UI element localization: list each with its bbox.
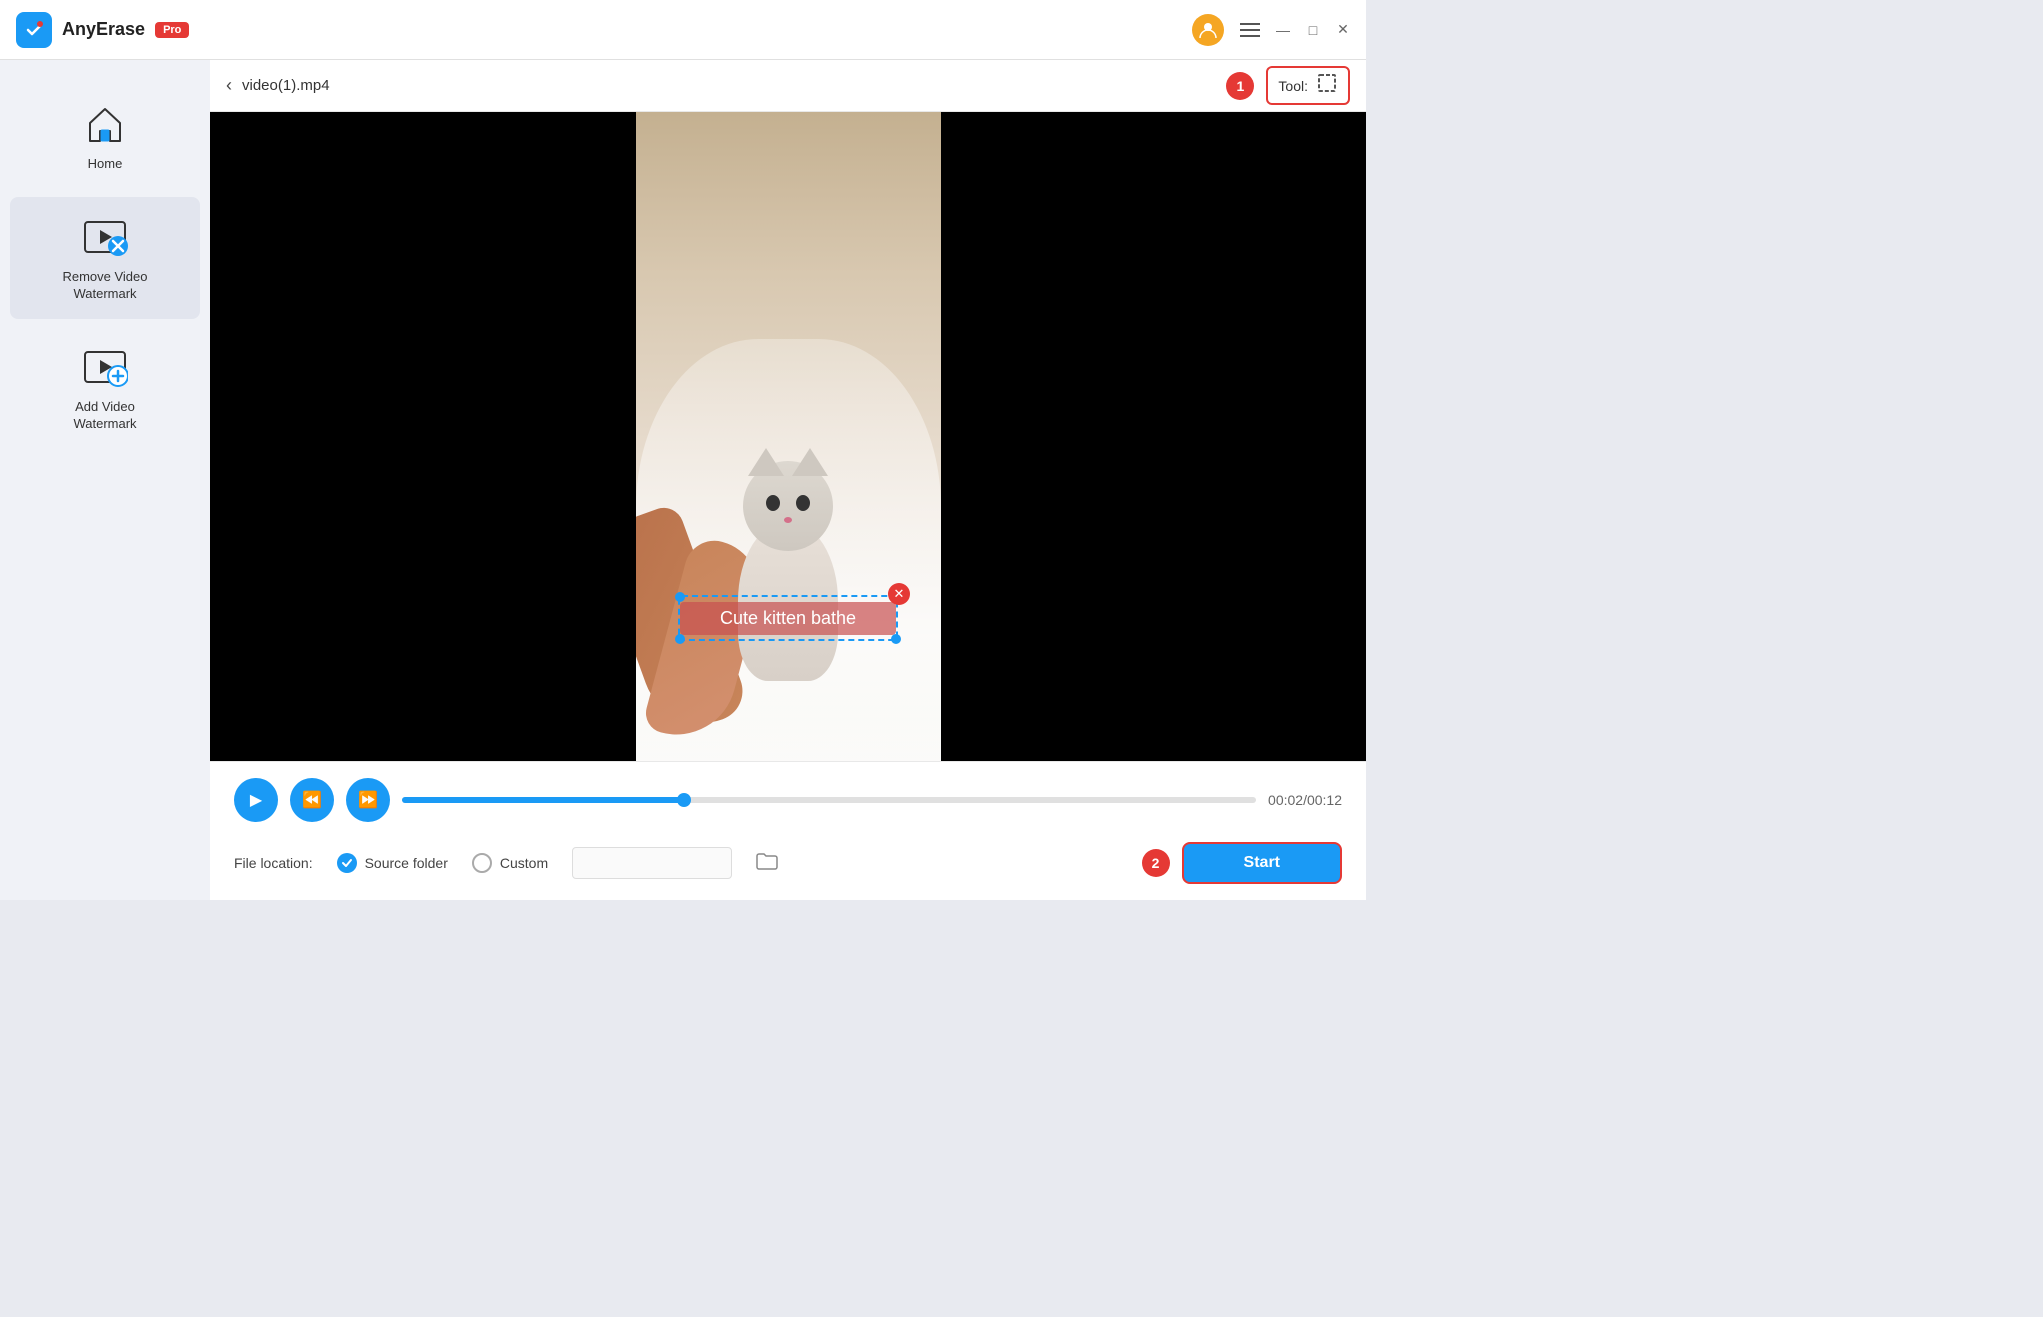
file-location-right: 2 Start (1142, 842, 1342, 884)
playback-controls: ▶ ⏪ ⏩ 00:02/00:12 (234, 778, 1342, 822)
video-frame: Cute kitten bathe ✕ (636, 112, 941, 761)
title-bar-right: — □ ✕ (1192, 14, 1350, 46)
selection-handle-br[interactable] (891, 634, 901, 644)
back-button[interactable]: ‹ (226, 75, 232, 96)
title-bar-left: AnyErase Pro (16, 12, 189, 48)
file-location-left: File location: Source folder Custom (234, 847, 778, 879)
maximize-button[interactable]: □ (1306, 23, 1320, 37)
app-logo (16, 12, 52, 48)
video-filename: video(1).mp4 (242, 77, 330, 94)
sidebar: Home Remove VideoWatermark (0, 60, 210, 900)
custom-path-input[interactable] (572, 847, 732, 879)
minimize-button[interactable]: — (1276, 23, 1290, 37)
cat-scene: Cute kitten bathe ✕ (636, 112, 941, 761)
forward-icon: ⏩ (358, 790, 378, 810)
source-folder-radio[interactable] (337, 853, 357, 873)
crop-tool-icon (1316, 72, 1338, 99)
step2-badge: 2 (1142, 849, 1170, 877)
remove-watermark-icon (81, 213, 129, 261)
custom-option[interactable]: Custom (472, 853, 548, 873)
sidebar-item-add-watermark[interactable]: Add VideoWatermark (10, 327, 200, 449)
main-layout: Home Remove VideoWatermark (0, 60, 1366, 900)
start-button[interactable]: Start (1182, 842, 1342, 884)
selection-close-button[interactable]: ✕ (888, 583, 910, 605)
progress-fill (402, 797, 684, 803)
sidebar-item-home[interactable]: Home (10, 84, 200, 189)
rewind-button[interactable]: ⏪ (290, 778, 334, 822)
selection-handle-bl[interactable] (675, 634, 685, 644)
controls-area: ▶ ⏪ ⏩ 00:02/00:12 File location: (210, 761, 1366, 900)
browse-folder-button[interactable] (756, 852, 778, 875)
title-bar: AnyErase Pro — □ ✕ (0, 0, 1366, 60)
video-header-right: 1 Tool: (1226, 66, 1350, 105)
forward-button[interactable]: ⏩ (346, 778, 390, 822)
sidebar-item-remove-watermark[interactable]: Remove VideoWatermark (10, 197, 200, 319)
rewind-icon: ⏪ (302, 790, 322, 810)
custom-radio[interactable] (472, 853, 492, 873)
custom-label: Custom (500, 855, 548, 871)
step1-badge: 1 (1226, 72, 1254, 100)
avatar-icon[interactable] (1192, 14, 1224, 46)
source-folder-option[interactable]: Source folder (337, 853, 448, 873)
tool-label: Tool: (1278, 78, 1308, 94)
source-folder-label: Source folder (365, 855, 448, 871)
watermark-text: Cute kitten bathe (680, 602, 896, 635)
play-icon: ▶ (250, 790, 262, 810)
video-header-left: ‹ video(1).mp4 (226, 75, 330, 96)
pro-badge: Pro (155, 22, 189, 38)
file-location: File location: Source folder Custom (234, 842, 1342, 884)
selection-handle-tl[interactable] (675, 592, 685, 602)
menu-icon[interactable] (1240, 23, 1260, 37)
progress-bar[interactable] (402, 797, 1256, 803)
sidebar-item-remove-watermark-label: Remove VideoWatermark (62, 269, 147, 303)
app-name: AnyErase (62, 19, 145, 40)
file-location-label: File location: (234, 855, 313, 871)
video-header: ‹ video(1).mp4 1 Tool: (210, 60, 1366, 112)
sidebar-item-home-label: Home (88, 156, 123, 173)
watermark-selection[interactable]: Cute kitten bathe ✕ (678, 595, 898, 641)
sidebar-item-add-watermark-label: Add VideoWatermark (73, 399, 136, 433)
content-area: ‹ video(1).mp4 1 Tool: (210, 60, 1366, 900)
time-display: 00:02/00:12 (1268, 792, 1342, 808)
progress-thumb[interactable] (677, 793, 691, 807)
right-black-panel (941, 112, 1367, 761)
play-button[interactable]: ▶ (234, 778, 278, 822)
left-black-panel (210, 112, 636, 761)
video-player: Cute kitten bathe ✕ (210, 112, 1366, 761)
add-watermark-icon (81, 343, 129, 391)
close-button[interactable]: ✕ (1336, 23, 1350, 37)
home-icon (81, 100, 129, 148)
tool-selector[interactable]: Tool: (1266, 66, 1350, 105)
